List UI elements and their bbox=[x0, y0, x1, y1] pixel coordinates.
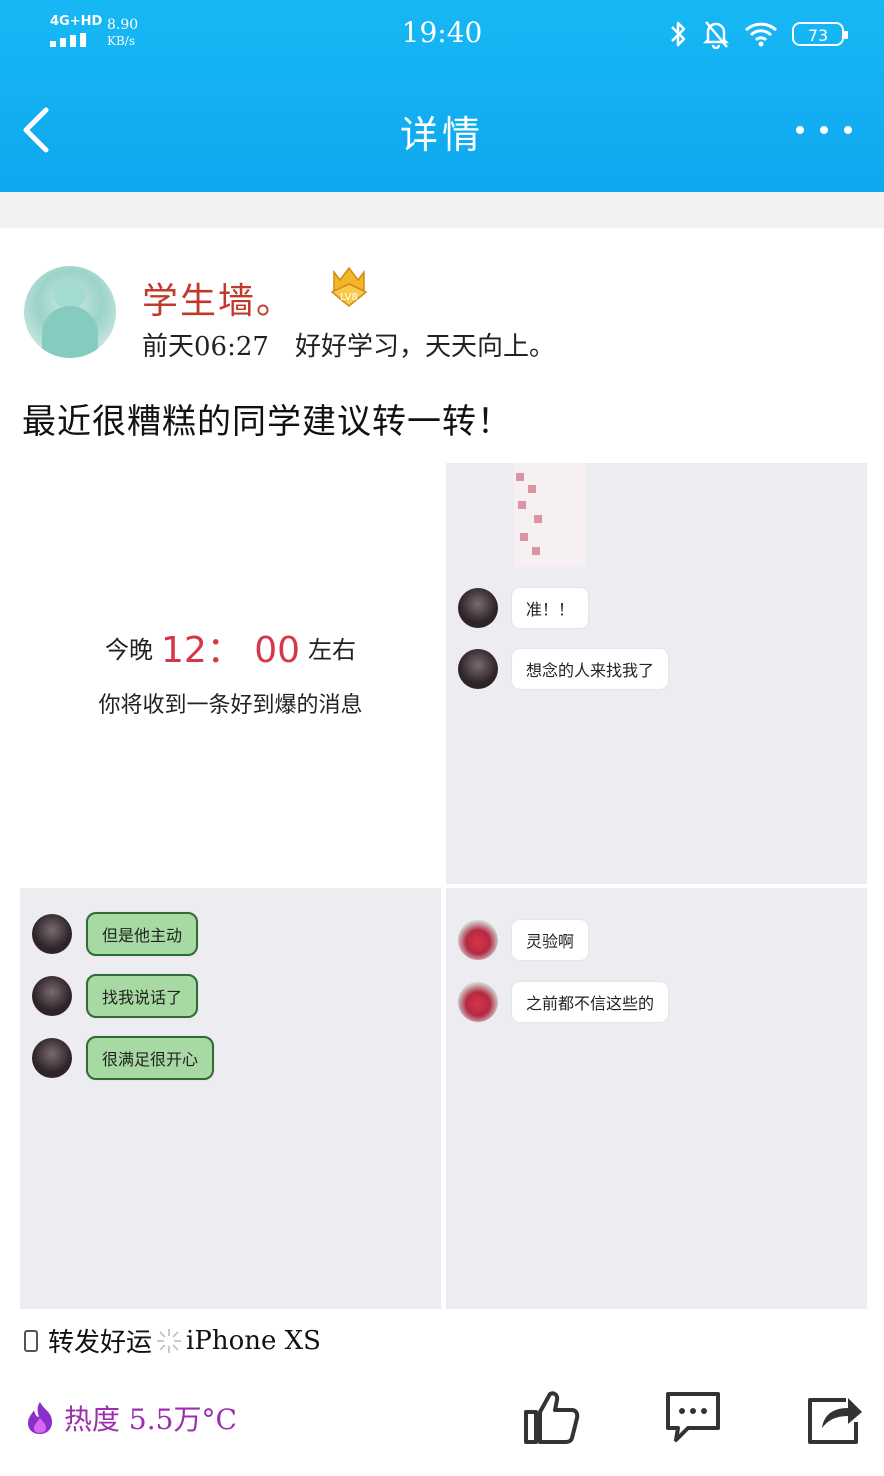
level-badge-icon: LV8 bbox=[330, 266, 368, 307]
status-icons: 73 bbox=[668, 16, 848, 52]
wifi-icon bbox=[744, 22, 778, 47]
chat-avatar bbox=[458, 920, 498, 960]
chat-bubble: 灵验啊 bbox=[512, 920, 589, 960]
heat-value: 5.5万°C bbox=[128, 1403, 237, 1436]
chat-message: 想念的人来找我了 bbox=[458, 649, 669, 689]
chat-avatar bbox=[32, 976, 72, 1016]
post-image-3[interactable]: 但是他主动 找我说话了 很满足很开心 bbox=[20, 888, 441, 1309]
image-text-news: 你将收到一条好到爆的消息 bbox=[98, 693, 363, 718]
page-title: 详情 bbox=[399, 113, 484, 157]
signature: 好好学习，天天向上。 bbox=[294, 332, 555, 362]
heat-label: 热度 bbox=[64, 1403, 121, 1436]
more-options-button[interactable] bbox=[796, 120, 852, 140]
top-bar: 4G+HD 8.90 KB/s 19:40 73 详情 bbox=[0, 0, 884, 192]
mute-bell-icon bbox=[702, 21, 730, 49]
post-image-1[interactable]: 今晚 12： 00 左右 你将收到一条好到爆的消息 bbox=[20, 463, 441, 884]
chat-avatar bbox=[32, 914, 72, 954]
chat-avatar bbox=[32, 1038, 72, 1078]
tonight-suffix: 左右 bbox=[308, 636, 357, 664]
device-prefix: 转发好运 bbox=[48, 1328, 153, 1358]
chat-message: 很满足很开心 bbox=[32, 1036, 215, 1080]
chat-message: 找我说话了 bbox=[32, 974, 199, 1018]
share-button[interactable] bbox=[806, 1388, 864, 1446]
fire-icon bbox=[28, 1402, 52, 1434]
chat-bubble: 之前都不信这些的 bbox=[512, 982, 669, 1022]
bluetooth-icon bbox=[671, 21, 686, 47]
like-button[interactable] bbox=[522, 1388, 580, 1446]
post-time: 前天06:27 bbox=[142, 332, 269, 362]
chat-message: 灵验啊 bbox=[458, 920, 589, 960]
post-meta: 前天06:27 好好学习，天天向上。 bbox=[142, 326, 555, 363]
avatar[interactable] bbox=[24, 266, 116, 358]
image-text-tonight: 今晚 12： 00 左右 bbox=[20, 621, 441, 673]
dot-icon bbox=[796, 126, 804, 134]
chat-avatar bbox=[458, 982, 498, 1022]
battery-icon: 73 bbox=[792, 22, 848, 46]
dot-icon bbox=[820, 126, 828, 134]
username[interactable]: 学生墙。 bbox=[142, 272, 294, 324]
nav-bar: 详情 bbox=[0, 80, 884, 180]
chat-bubble: 但是他主动 bbox=[86, 912, 199, 956]
device-info: 转发好运 iPhone XS bbox=[24, 1322, 321, 1359]
device-model: iPhone XS bbox=[186, 1325, 321, 1356]
image-grid: 今晚 12： 00 左右 你将收到一条好到爆的消息 准！！ 想念的人来找我了 但是他… bbox=[20, 463, 867, 1309]
chat-bubble: 找我说话了 bbox=[86, 974, 199, 1018]
chat-message: 准！！ bbox=[458, 588, 589, 628]
post-image-4[interactable]: 灵验啊 之前都不信这些的 bbox=[446, 888, 867, 1309]
heat-indicator: 热度 5.5万°C bbox=[24, 1398, 237, 1438]
chat-avatar bbox=[458, 649, 498, 689]
chat-bubble: 很满足很开心 bbox=[86, 1036, 215, 1080]
chat-bubble: 准！！ bbox=[512, 588, 589, 628]
blurred-content bbox=[514, 463, 586, 567]
tonight-time: 12： 00 bbox=[160, 630, 301, 671]
dot-icon bbox=[844, 126, 852, 134]
phone-icon bbox=[24, 1329, 38, 1352]
chat-avatar bbox=[458, 588, 498, 628]
chat-message: 但是他主动 bbox=[32, 912, 199, 956]
post-text: 最近很糟糕的同学建议转一转！ bbox=[22, 402, 512, 442]
comment-button[interactable] bbox=[664, 1388, 722, 1446]
level-badge-text: LV8 bbox=[340, 292, 358, 303]
status-bar: 4G+HD 8.90 KB/s 19:40 73 bbox=[0, 0, 884, 70]
chat-bubble: 想念的人来找我了 bbox=[512, 649, 669, 689]
tonight-prefix: 今晚 bbox=[104, 636, 153, 664]
sparkle-icon bbox=[157, 1328, 182, 1353]
post-image-2[interactable]: 准！！ 想念的人来找我了 bbox=[446, 463, 867, 884]
section-divider bbox=[0, 192, 884, 228]
chat-message: 之前都不信这些的 bbox=[458, 982, 669, 1022]
